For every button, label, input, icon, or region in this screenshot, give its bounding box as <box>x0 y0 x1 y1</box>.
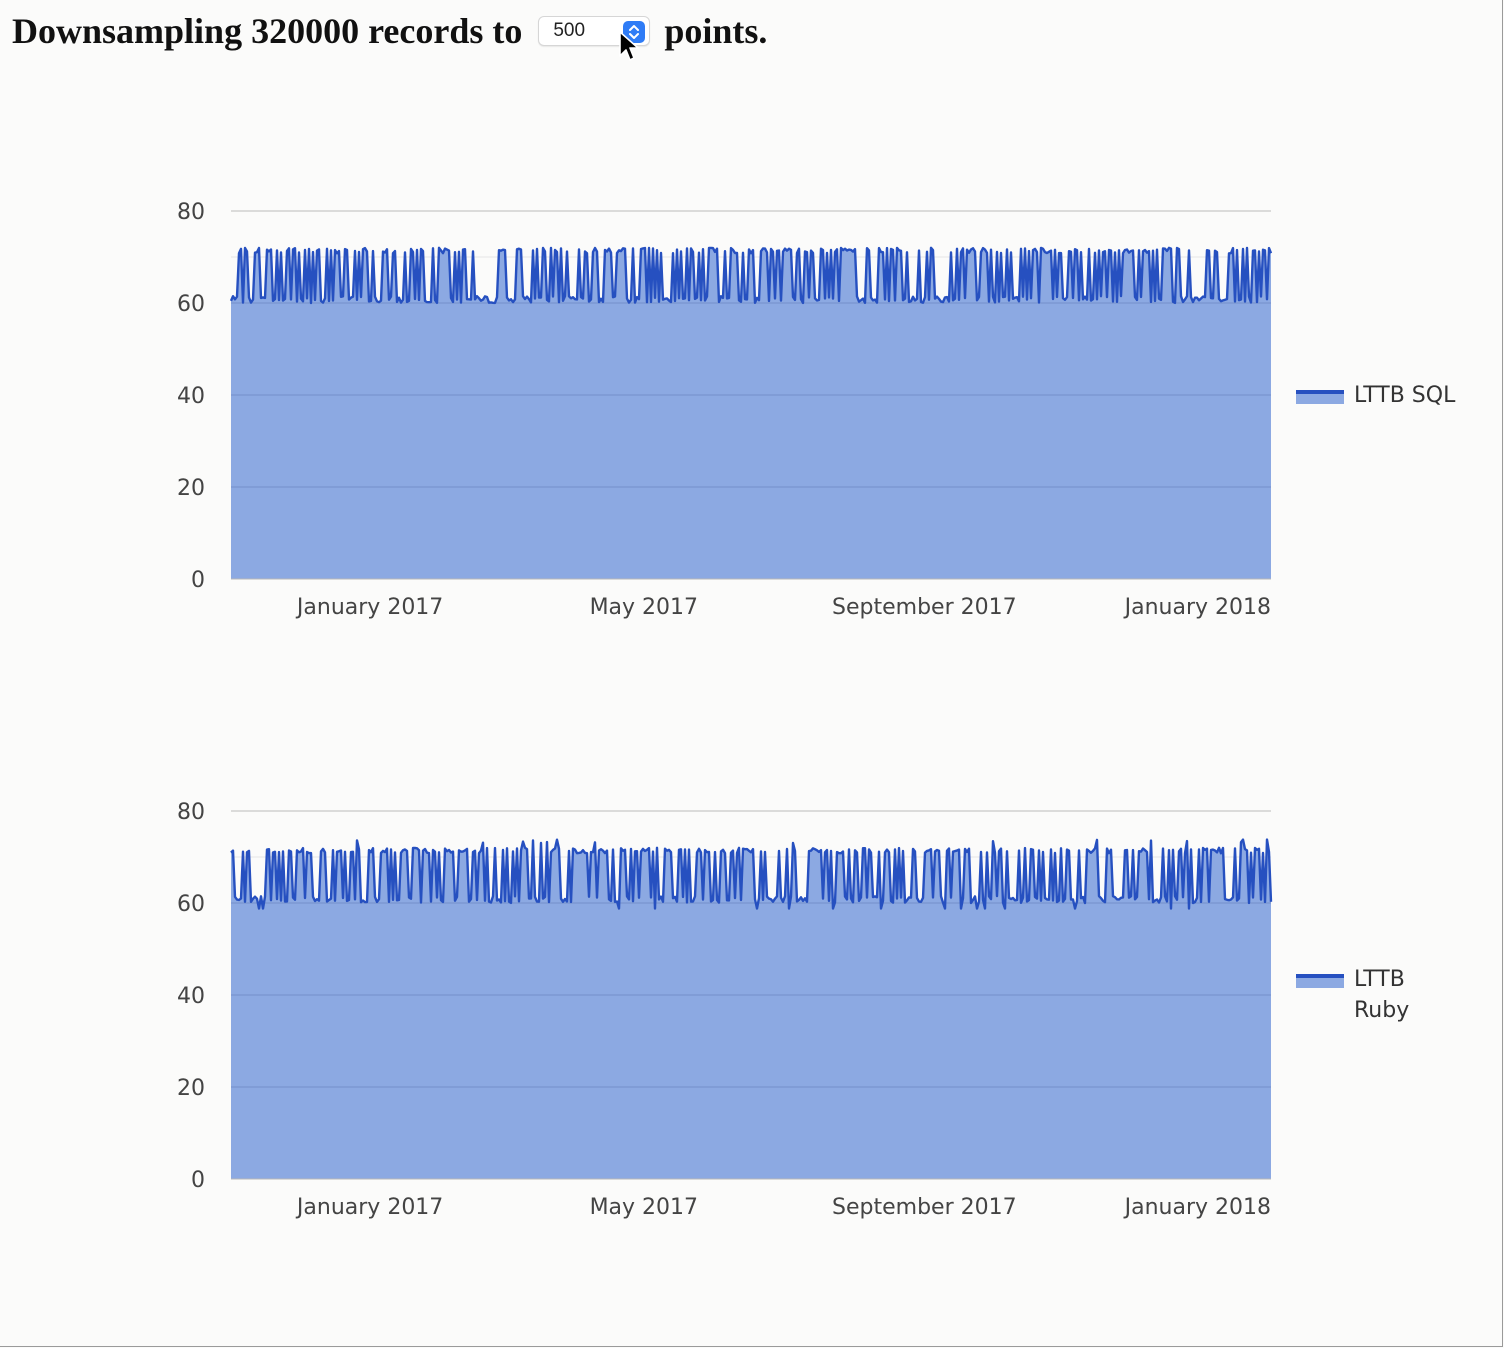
legend-swatch <box>1296 390 1344 404</box>
page-header: Downsampling 320000 records to 500 point… <box>12 6 767 56</box>
lttb-ruby-chart: 0 20 40 60 80 January 2017 May 2017 September 2… <box>0 790 1504 1230</box>
y-tick-label: 20 <box>177 476 205 501</box>
x-tick-label: May 2017 <box>590 1195 698 1220</box>
y-tick-label: 80 <box>177 800 205 825</box>
y-tick-label: 0 <box>191 1168 205 1193</box>
area-fill <box>231 247 1271 580</box>
legend-lttb-ruby[interactable]: LTTB Ruby <box>1296 964 1464 1026</box>
lttb-sql-plot: 0 20 40 60 80 January 2017 May 2017 September 2… <box>177 200 1273 620</box>
legend-swatch <box>1296 974 1344 988</box>
area-fill <box>231 839 1271 1179</box>
legend-lttb-sql[interactable]: LTTB SQL <box>1296 380 1455 411</box>
points-select-value: 500 <box>553 20 586 41</box>
legend-label: LTTB Ruby <box>1354 967 1410 1023</box>
y-tick-label: 60 <box>177 892 205 917</box>
x-tick-label: September 2017 <box>832 1195 1017 1220</box>
x-tick-label: May 2017 <box>590 595 698 620</box>
x-tick-label: September 2017 <box>832 595 1017 620</box>
y-tick-label: 60 <box>177 292 205 317</box>
lttb-ruby-plot: 0 20 40 60 80 January 2017 May 2017 September 2… <box>177 800 1273 1220</box>
x-tick-label: January 2017 <box>295 1195 443 1220</box>
x-tick-label: January 2018 <box>1123 595 1271 620</box>
y-tick-label: 40 <box>177 984 205 1009</box>
x-tick-label: January 2017 <box>295 595 443 620</box>
y-tick-label: 80 <box>177 200 205 225</box>
header-prefix: Downsampling 320000 records to <box>12 11 523 51</box>
header-suffix: points. <box>664 11 768 51</box>
mouse-pointer-icon <box>618 30 640 69</box>
y-tick-label: 20 <box>177 1076 205 1101</box>
x-tick-label: January 2018 <box>1123 1195 1271 1220</box>
legend-label: LTTB SQL <box>1354 383 1456 408</box>
lttb-sql-chart: 0 20 40 60 80 January 2017 May 2017 September 2… <box>0 190 1504 630</box>
y-tick-label: 0 <box>191 568 205 593</box>
y-tick-label: 40 <box>177 384 205 409</box>
